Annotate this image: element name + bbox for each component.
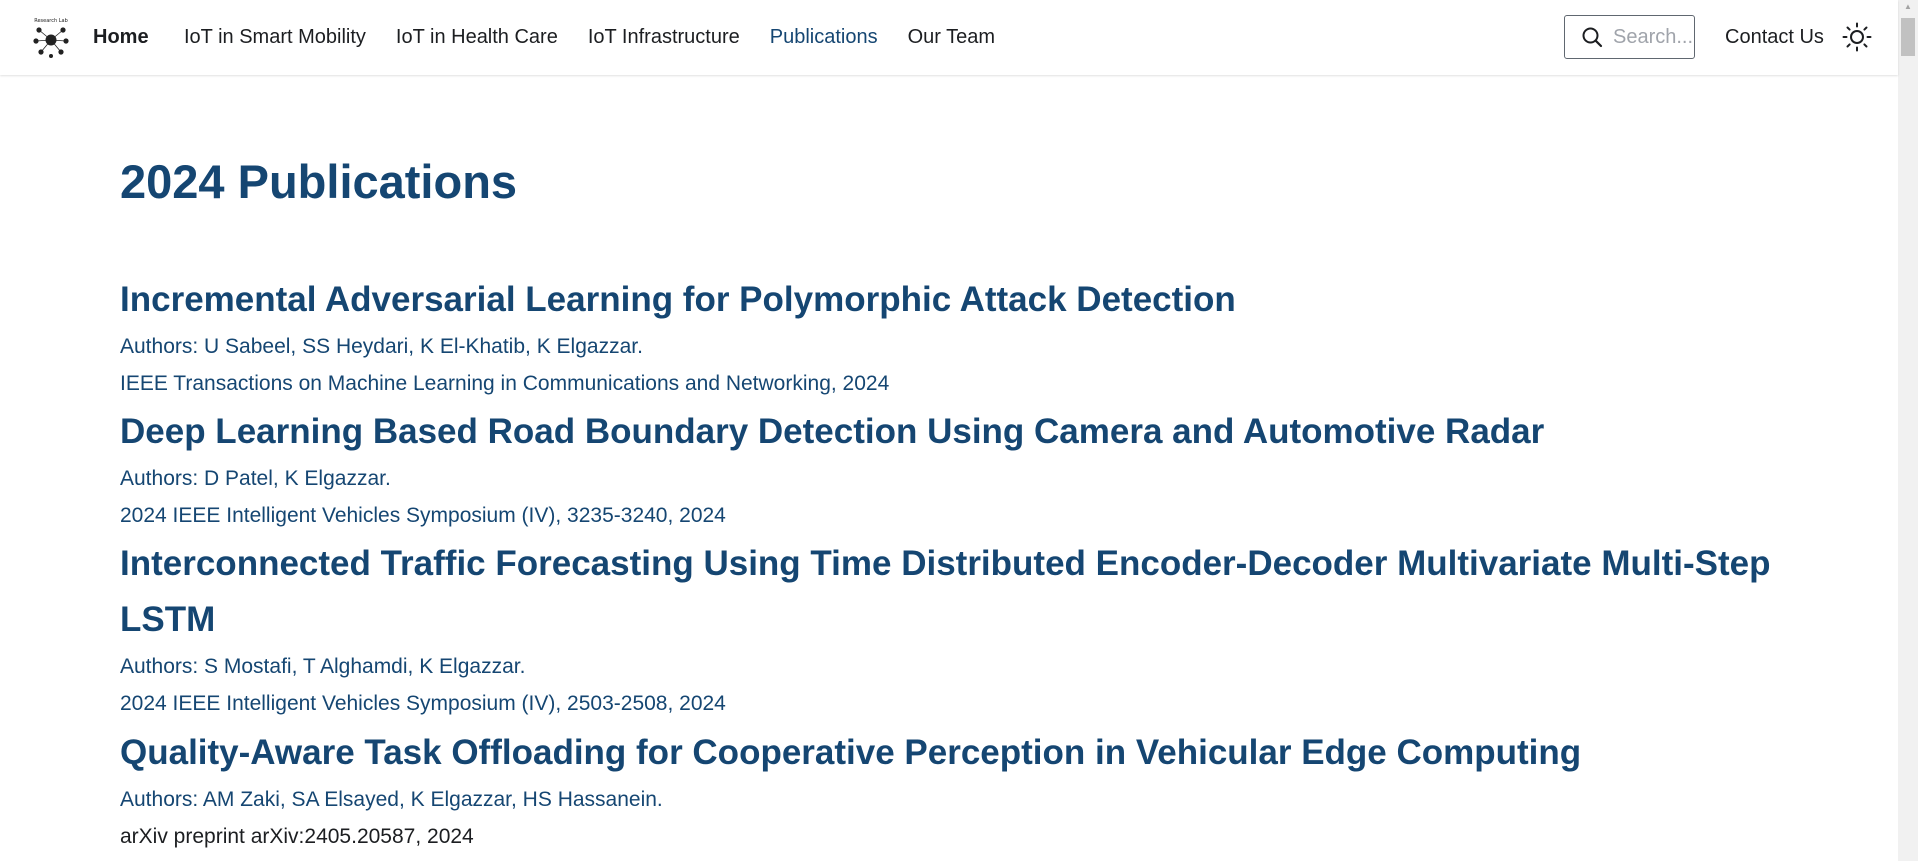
sun-icon[interactable] <box>1842 22 1872 52</box>
svg-text:Research Lab: Research Lab <box>34 18 68 24</box>
scroll-up-arrow-icon[interactable]: ▲ <box>1898 0 1918 14</box>
publication-venue: 2024 IEEE Intelligent Vehicles Symposium… <box>120 504 726 527</box>
publication-venue: 2024 IEEE Intelligent Vehicles Symposium… <box>120 692 726 715</box>
publication-entry: Deep Learning Based Road Boundary Detect… <box>120 404 1820 534</box>
nav-link-publications[interactable]: Publications <box>770 26 878 49</box>
nav-links: IoT in Smart Mobility IoT in Health Care… <box>184 26 995 49</box>
search-icon <box>1582 27 1603 48</box>
page-title: 2024 Publications <box>120 155 518 208</box>
publication-title[interactable]: Incremental Adversarial Learning for Pol… <box>120 272 1820 328</box>
search-box[interactable] <box>1564 15 1695 59</box>
publication-authors: Authors: AM Zaki, SA Elsayed, K Elgazzar… <box>120 788 663 811</box>
search-input[interactable] <box>1613 25 1693 49</box>
top-navbar: Research Lab Home IoT in Smart Mobility … <box>0 0 1898 75</box>
publication-entry: Incremental Adversarial Learning for Pol… <box>120 272 1820 402</box>
nav-link-iot-infrastructure[interactable]: IoT Infrastructure <box>588 26 740 49</box>
publication-title[interactable]: Deep Learning Based Road Boundary Detect… <box>120 404 1820 460</box>
research-lab-logo-icon[interactable]: Research Lab <box>30 16 72 58</box>
contact-us-link[interactable]: Contact Us <box>1725 26 1824 49</box>
publication-entry: Quality-Aware Task Offloading for Cooper… <box>120 725 1820 855</box>
publication-title[interactable]: Interconnected Traffic Forecasting Using… <box>120 536 1820 648</box>
publication-entry: Interconnected Traffic Forecasting Using… <box>120 536 1820 722</box>
nav-link-our-team[interactable]: Our Team <box>908 26 995 49</box>
publication-authors: Authors: D Patel, K Elgazzar. <box>120 467 391 490</box>
nav-link-iot-smart-mobility[interactable]: IoT in Smart Mobility <box>184 26 366 49</box>
publication-title[interactable]: Quality-Aware Task Offloading for Cooper… <box>120 725 1820 781</box>
scrollbar-thumb[interactable] <box>1901 18 1915 56</box>
publication-authors: Authors: U Sabeel, SS Heydari, K El-Khat… <box>120 335 643 358</box>
vertical-scrollbar[interactable]: ▲ <box>1898 0 1918 861</box>
publication-venue: IEEE Transactions on Machine Learning in… <box>120 372 890 395</box>
nav-home-link[interactable]: Home <box>93 26 149 49</box>
nav-link-iot-health-care[interactable]: IoT in Health Care <box>396 26 558 49</box>
publication-authors: Authors: S Mostafi, T Alghamdi, K Elgazz… <box>120 655 526 678</box>
publication-venue: arXiv preprint arXiv:2405.20587, 2024 <box>120 825 474 848</box>
